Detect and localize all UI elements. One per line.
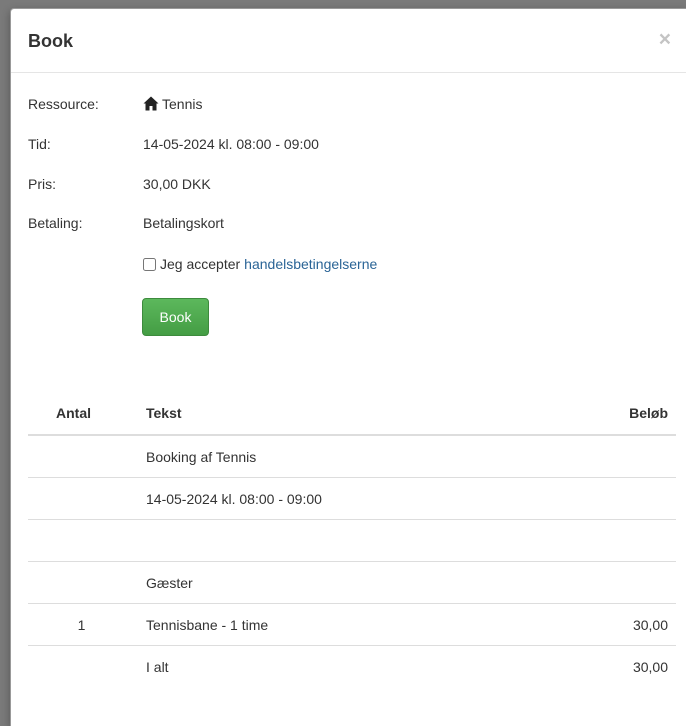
payment-value: Betalingskort [143,215,224,231]
price-table: Antal Tekst Beløb Booking af Tennis 14-0… [28,392,676,688]
terms-text: Jeg accepter [160,256,241,272]
cell-belob: 30,00 [632,616,668,633]
booking-modal: Book × Ressource: Tennis Tid: 14-05-2024… [10,8,686,726]
price-label: Pris: [28,176,56,192]
terms-row: Jeg accepter handelsbetingelserne [143,256,377,272]
cell-belob: 30,00 [632,659,668,675]
cell-tekst: Tennisbane - 1 time [146,616,269,633]
time-label: Tid: [28,136,51,152]
price-value: 30,00 DKK [143,176,211,192]
cell-tekst: Gæster [146,574,193,591]
cell-tekst: I alt [146,659,169,675]
terms-checkbox[interactable] [143,257,156,271]
header-belob: Beløb [629,405,668,421]
cell-tekst: 14-05-2024 kl. 08:00 - 09:00 [146,490,322,507]
table-row: 14-05-2024 kl. 08:00 - 09:00 [28,478,676,520]
close-icon[interactable]: × [659,29,671,50]
book-button[interactable]: Book [142,298,209,336]
table-header: Antal Tekst Beløb [28,392,676,436]
resource-value: Tennis [162,96,203,112]
payment-label: Betaling: [28,215,83,231]
cell-antal: 1 [77,616,86,633]
terms-link[interactable]: handelsbetingelserne [244,256,377,272]
table-row: 1 Tennisbane - 1 time 30,00 [28,604,676,646]
modal-title: Book [28,31,73,51]
table-row: Gæster [28,562,676,604]
resource-value-wrapper: Tennis [143,96,202,112]
table-row: Booking af Tennis [28,436,676,478]
table-row [28,520,676,562]
cell-tekst: Booking af Tennis [146,448,257,465]
time-value: 14-05-2024 kl. 08:00 - 09:00 [143,136,319,152]
home-icon [143,96,159,111]
header-antal: Antal [56,405,91,421]
modal-header: Book × [11,9,686,73]
table-row-total: I alt 30,00 [28,646,676,688]
header-tekst: Tekst [146,405,182,421]
resource-label: Ressource: [28,96,99,112]
